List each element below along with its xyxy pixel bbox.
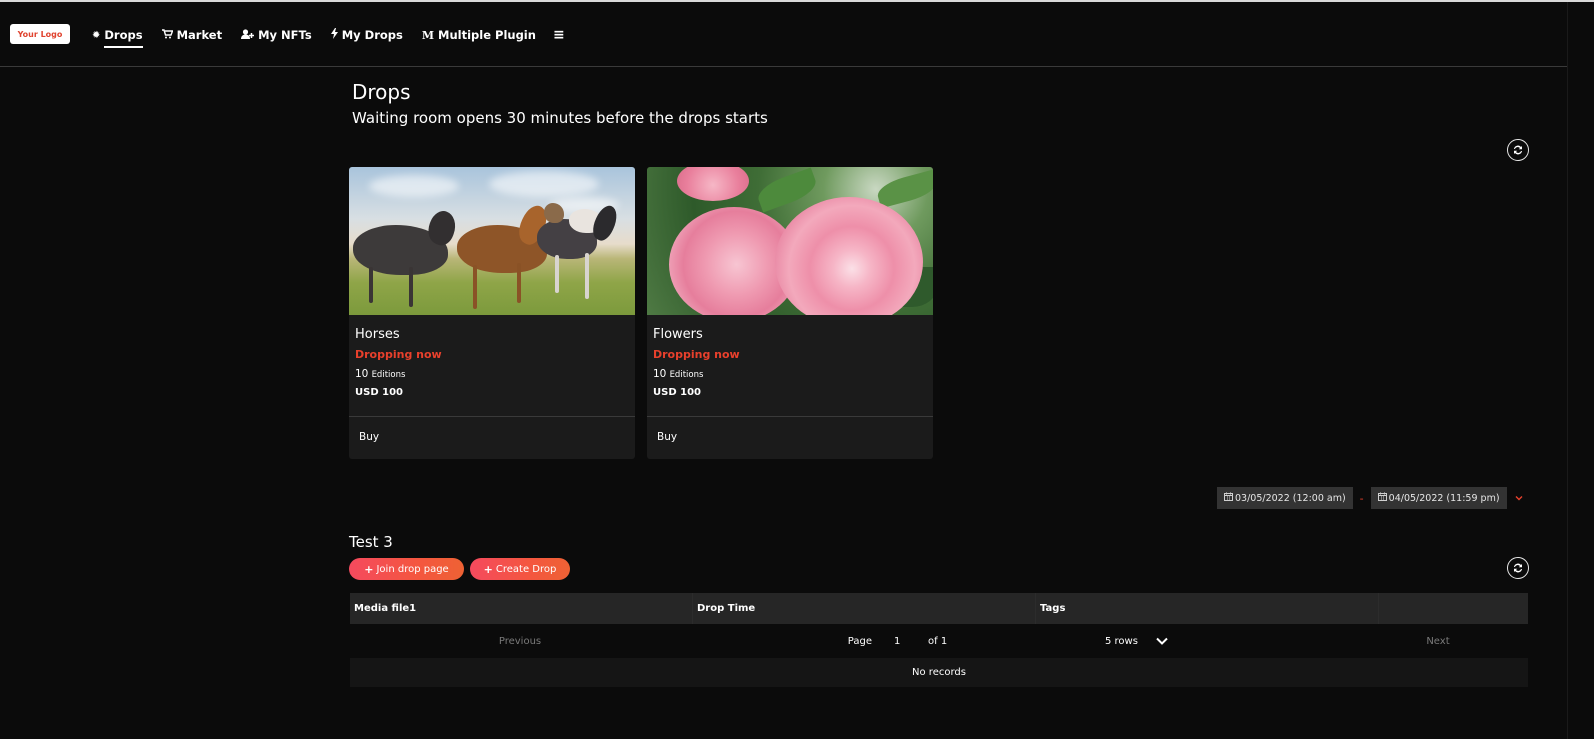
plus-icon: +: [364, 562, 374, 576]
page-subtitle: Waiting room opens 30 minutes before the…: [352, 109, 768, 127]
date-separator: -: [1359, 491, 1364, 505]
start-date-value: 03/05/2022 (12:00 am): [1235, 492, 1346, 504]
card-price: USD 100: [653, 387, 701, 398]
table-header: Media file1 Drop Time Tags: [350, 593, 1528, 624]
chevron-down-icon: [1156, 634, 1168, 648]
editions-count: 10: [355, 368, 369, 380]
card-status: Dropping now: [653, 348, 740, 361]
card-editions: 10 Editions: [355, 368, 629, 380]
nav-label: My NFTs: [258, 28, 312, 42]
rows-per-page-select[interactable]: 5 rows: [1105, 634, 1168, 648]
editions-label: Editions: [669, 370, 704, 380]
card-body: Flowers Dropping now 10 Editions USD 100: [647, 315, 933, 417]
card-body: Horses Dropping now 10 Editions USD 100: [349, 315, 635, 417]
refresh-button[interactable]: [1507, 139, 1529, 161]
empty-state: No records: [350, 658, 1528, 687]
page-title: Drops: [352, 80, 411, 104]
end-date-value: 04/05/2022 (11:59 pm): [1388, 492, 1500, 504]
plus-icon: +: [483, 562, 493, 576]
nav-item-my-nfts[interactable]: My NFTs: [241, 24, 312, 46]
drop-card[interactable]: Horses Dropping now 10 Editions USD 100 …: [349, 167, 635, 459]
bolt-icon: [330, 28, 338, 42]
card-status: Dropping now: [355, 348, 442, 361]
refresh-icon: [1514, 563, 1522, 573]
card-editions: 10 Editions: [653, 368, 927, 380]
nav-label: Multiple Plugin: [438, 28, 536, 42]
cart-icon: [161, 28, 174, 42]
column-header-actions: [1379, 593, 1528, 624]
chevron-down-icon[interactable]: [1515, 493, 1523, 504]
card-price: USD 100: [355, 387, 403, 398]
card-title: Flowers: [653, 327, 703, 342]
buy-button[interactable]: Buy: [349, 417, 635, 457]
nav-item-market[interactable]: Market: [161, 24, 223, 46]
logo[interactable]: Your Logo: [10, 24, 70, 44]
scrollbar-area: [1567, 2, 1594, 739]
user-plus-icon: [241, 28, 255, 42]
join-drop-page-button[interactable]: + Join drop page: [349, 558, 464, 580]
column-header-media[interactable]: Media file1: [350, 593, 693, 624]
page-total: of 1: [928, 635, 948, 647]
section-title: Test 3: [349, 533, 393, 551]
drop-card[interactable]: Flowers Dropping now 10 Editions USD 100…: [647, 167, 933, 459]
pagination: Previous Page 1 of 1 5 rows Next: [350, 624, 1528, 658]
page-indicator: Page 1 of 1: [690, 636, 1105, 647]
m-icon: M: [421, 28, 435, 42]
refresh-icon: [1514, 145, 1522, 155]
nav-item-multiple-plugin[interactable]: M Multiple Plugin: [422, 24, 536, 46]
button-label: Create Drop: [495, 563, 557, 575]
page-number-input[interactable]: 1: [894, 636, 928, 647]
drops-table: Media file1 Drop Time Tags Previous Page…: [350, 593, 1528, 687]
nav-label: Drops: [104, 28, 143, 48]
editions-label: Editions: [371, 370, 406, 380]
next-page-button[interactable]: Next: [1348, 636, 1528, 647]
page-label: Page: [847, 635, 873, 647]
nav-label: Market: [176, 28, 223, 42]
nav-item-my-drops[interactable]: My Drops: [330, 24, 403, 46]
flowers-image: [647, 167, 933, 315]
card-title: Horses: [355, 327, 400, 342]
end-date-picker[interactable]: 04/05/2022 (11:59 pm): [1370, 487, 1507, 509]
editions-count: 10: [653, 368, 667, 380]
calendar-icon: [1377, 492, 1387, 504]
nav-item-drops[interactable]: ✹ Drops: [92, 24, 143, 48]
drops-icon: ✹: [92, 29, 101, 41]
button-label: Join drop page: [376, 563, 449, 575]
previous-page-button[interactable]: Previous: [350, 636, 690, 647]
date-range-filter: 03/05/2022 (12:00 am) - 04/05/2022 (11:5…: [1217, 487, 1523, 509]
buy-button[interactable]: Buy: [647, 417, 933, 457]
column-header-tags[interactable]: Tags: [1036, 593, 1379, 624]
horses-image: [349, 167, 635, 315]
column-header-drop-time[interactable]: Drop Time: [693, 593, 1036, 624]
nav-menu: ✹ Drops Market My NFTs My Drops M Multip…: [92, 24, 565, 48]
create-drop-button[interactable]: + Create Drop: [470, 558, 570, 580]
calendar-icon: [1224, 492, 1233, 504]
refresh-button[interactable]: [1507, 557, 1529, 579]
rows-per-page-value: 5 rows: [1105, 635, 1138, 647]
hamburger-menu-icon[interactable]: ≡: [553, 27, 565, 43]
top-navbar: Your Logo ✹ Drops Market My NFTs My Drop…: [0, 2, 1567, 67]
start-date-picker[interactable]: 03/05/2022 (12:00 am): [1217, 487, 1353, 509]
nav-label: My Drops: [341, 28, 403, 42]
